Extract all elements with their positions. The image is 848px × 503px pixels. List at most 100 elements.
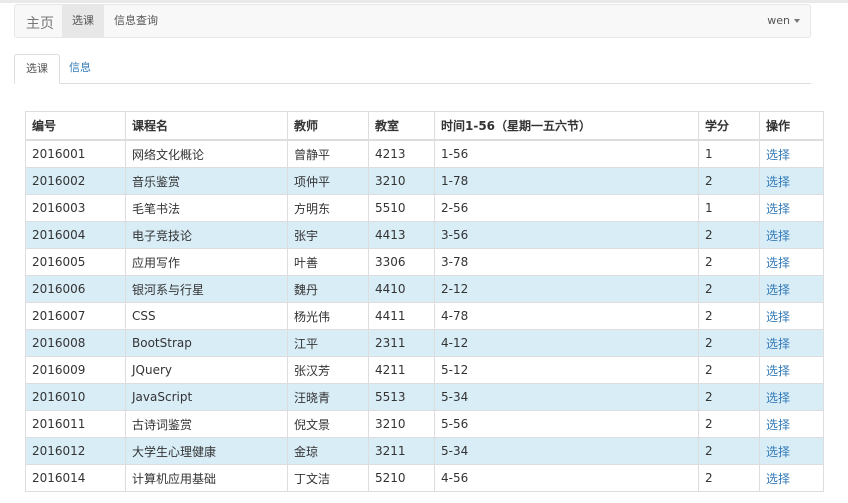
cell-id: 2016011 <box>25 410 126 438</box>
select-link[interactable]: 选择 <box>766 175 790 189</box>
cell-classroom: 3210 <box>368 167 435 195</box>
select-link[interactable]: 选择 <box>766 256 790 270</box>
table-row: 2016005 应用写作 叶善 3306 3-78 2 选择 <box>25 248 824 276</box>
select-link[interactable]: 选择 <box>766 445 790 459</box>
cell-action: 选择 <box>759 302 824 330</box>
table-row: 2016008 BootStrap 江平 2311 4-12 2 选择 <box>25 329 824 357</box>
cell-id: 2016009 <box>25 356 126 384</box>
cell-teacher: 魏丹 <box>287 275 369 303</box>
cell-time: 2-56 <box>434 194 699 222</box>
user-name: wen <box>767 14 790 27</box>
cell-credit: 2 <box>698 302 760 330</box>
select-link[interactable]: 选择 <box>766 337 790 351</box>
cell-action: 选择 <box>759 464 824 492</box>
cell-classroom: 4413 <box>368 221 435 249</box>
cell-credit: 1 <box>698 139 760 168</box>
cell-course-name: 网络文化概论 <box>125 139 288 168</box>
table-row: 2016014 计算机应用基础 丁文洁 5210 4-56 2 选择 <box>25 464 824 492</box>
table-row: 2016003 毛笔书法 方明东 5510 2-56 1 选择 <box>25 194 824 222</box>
cell-teacher: 张宇 <box>287 221 369 249</box>
select-link[interactable]: 选择 <box>766 364 790 378</box>
cell-credit: 2 <box>698 329 760 357</box>
cell-time: 4-78 <box>434 302 699 330</box>
nav-item-info-query[interactable]: 信息查询 <box>104 5 168 37</box>
user-dropdown[interactable]: wen <box>767 5 800 37</box>
cell-action: 选择 <box>759 167 824 195</box>
select-link[interactable]: 选择 <box>766 418 790 432</box>
tab-info[interactable]: 信息 <box>58 54 102 84</box>
cell-action: 选择 <box>759 248 824 276</box>
header-credit: 学分 <box>698 111 760 141</box>
nav-item-select-course[interactable]: 选课 <box>62 5 104 37</box>
cell-id: 2016008 <box>25 329 126 357</box>
cell-teacher: 方明东 <box>287 194 369 222</box>
cell-action: 选择 <box>759 221 824 249</box>
cell-course-name: 古诗词鉴赏 <box>125 410 288 438</box>
cell-credit: 2 <box>698 464 760 492</box>
table-row: 2016012 大学生心理健康 金琼 3211 5-34 2 选择 <box>25 437 824 465</box>
cell-classroom: 5510 <box>368 194 435 222</box>
table-row: 2016002 音乐鉴赏 项仲平 3210 1-78 2 选择 <box>25 167 824 195</box>
cell-credit: 2 <box>698 167 760 195</box>
cell-credit: 2 <box>698 410 760 438</box>
table-row: 2016007 CSS 杨光伟 4411 4-78 2 选择 <box>25 302 824 330</box>
top-border <box>0 0 848 3</box>
cell-action: 选择 <box>759 383 824 411</box>
cell-course-name: 大学生心理健康 <box>125 437 288 465</box>
cell-course-name: JQuery <box>125 356 288 384</box>
cell-classroom: 3306 <box>368 248 435 276</box>
tab-select-course[interactable]: 选课 <box>14 54 60 84</box>
cell-credit: 2 <box>698 221 760 249</box>
cell-classroom: 5513 <box>368 383 435 411</box>
cell-classroom: 4211 <box>368 356 435 384</box>
cell-time: 3-56 <box>434 221 699 249</box>
select-link[interactable]: 选择 <box>766 283 790 297</box>
cell-id: 2016003 <box>25 194 126 222</box>
cell-action: 选择 <box>759 437 824 465</box>
cell-credit: 2 <box>698 275 760 303</box>
cell-time: 4-12 <box>434 329 699 357</box>
cell-course-name: 应用写作 <box>125 248 288 276</box>
cell-id: 2016004 <box>25 221 126 249</box>
cell-teacher: 叶善 <box>287 248 369 276</box>
cell-classroom: 4411 <box>368 302 435 330</box>
cell-teacher: 杨光伟 <box>287 302 369 330</box>
select-link[interactable]: 选择 <box>766 148 790 162</box>
brand-home-link[interactable]: 主页 <box>26 13 54 33</box>
table-row: 2016004 电子竞技论 张宇 4413 3-56 2 选择 <box>25 221 824 249</box>
cell-classroom: 3210 <box>368 410 435 438</box>
cell-action: 选择 <box>759 329 824 357</box>
cell-action: 选择 <box>759 356 824 384</box>
select-link[interactable]: 选择 <box>766 229 790 243</box>
cell-teacher: 张汉芳 <box>287 356 369 384</box>
cell-course-name: 毛笔书法 <box>125 194 288 222</box>
cell-credit: 2 <box>698 248 760 276</box>
cell-id: 2016002 <box>25 167 126 195</box>
cell-id: 2016007 <box>25 302 126 330</box>
cell-teacher: 倪文景 <box>287 410 369 438</box>
select-link[interactable]: 选择 <box>766 202 790 216</box>
cell-classroom: 4410 <box>368 275 435 303</box>
select-link[interactable]: 选择 <box>766 472 790 486</box>
cell-time: 1-56 <box>434 139 699 168</box>
header-course-name: 课程名 <box>125 111 288 141</box>
select-link[interactable]: 选择 <box>766 391 790 405</box>
cell-classroom: 4213 <box>368 139 435 168</box>
table-row: 2016009 JQuery 张汉芳 4211 5-12 2 选择 <box>25 356 824 384</box>
cell-time: 3-78 <box>434 248 699 276</box>
cell-teacher: 汪晓青 <box>287 383 369 411</box>
select-link[interactable]: 选择 <box>766 310 790 324</box>
cell-course-name: 电子竞技论 <box>125 221 288 249</box>
header-id: 编号 <box>25 111 126 141</box>
caret-down-icon <box>794 19 800 23</box>
cell-teacher: 金琼 <box>287 437 369 465</box>
cell-course-name: 音乐鉴赏 <box>125 167 288 195</box>
header-teacher: 教师 <box>287 111 369 141</box>
cell-id: 2016005 <box>25 248 126 276</box>
table-row: 2016006 银河系与行星 魏丹 4410 2-12 2 选择 <box>25 275 824 303</box>
cell-teacher: 江平 <box>287 329 369 357</box>
cell-time: 2-12 <box>434 275 699 303</box>
cell-id: 2016014 <box>25 464 126 492</box>
cell-course-name: CSS <box>125 302 288 330</box>
cell-time: 5-34 <box>434 383 699 411</box>
